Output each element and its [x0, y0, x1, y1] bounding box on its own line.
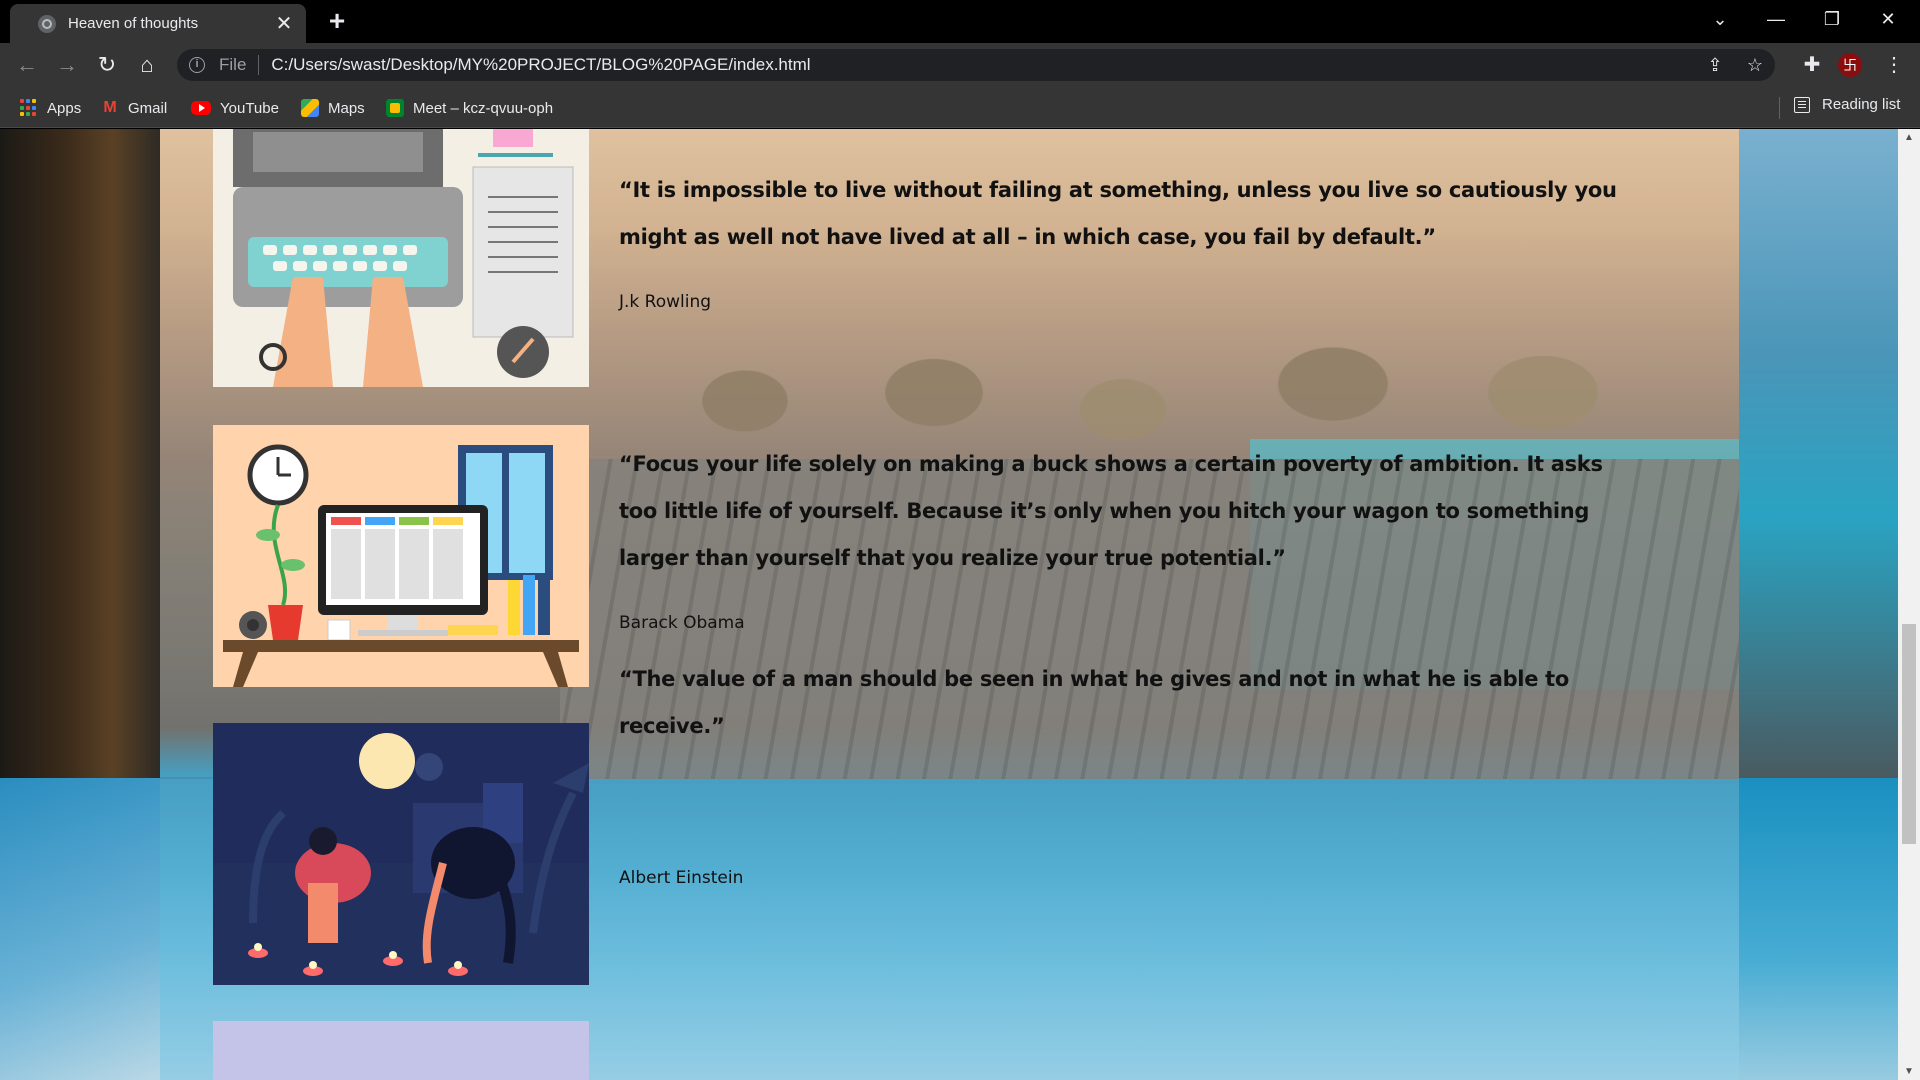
tab-heaven-of-thoughts[interactable]: Heaven of thoughts ✕	[10, 4, 306, 43]
page-viewport: “It is impossible to live without failin…	[0, 129, 1898, 1080]
bookmark-label: Maps	[328, 99, 365, 117]
post-illustration-partial	[213, 1021, 589, 1080]
globe-icon	[38, 14, 56, 33]
url-text[interactable]: C:/Users/swast/Desktop/MY%20PROJECT/BLOG…	[271, 55, 810, 75]
quote-text: “The value of a man should be seen in wh…	[619, 667, 1570, 738]
close-window-button[interactable]: ✕	[1860, 0, 1916, 40]
diwali-night-illustration	[213, 723, 589, 985]
bookmark-gmail[interactable]: M Gmail	[101, 96, 167, 120]
close-tab-icon[interactable]: ✕	[274, 14, 294, 34]
quote-author: J.k Rowling	[619, 292, 712, 312]
share-icon[interactable]: ⇪	[1699, 49, 1731, 81]
profile-avatar[interactable]: 卐	[1838, 53, 1862, 77]
desk-workspace-illustration	[213, 425, 589, 687]
background-right	[1739, 129, 1898, 778]
background-right-lower	[1739, 778, 1898, 1080]
back-arrow-icon[interactable]: ←	[11, 49, 43, 81]
typewriter-illustration	[213, 129, 589, 387]
bookmark-meet[interactable]: Meet – kcz-qvuu-oph	[386, 96, 553, 120]
gmail-icon: M	[103, 99, 117, 116]
quote-author: Albert Einstein	[619, 868, 744, 888]
bookmark-youtube[interactable]: YouTube	[191, 96, 279, 120]
restore-button[interactable]: ❐	[1804, 0, 1860, 40]
reading-list-label: Reading list	[1822, 96, 1901, 113]
divider	[258, 55, 260, 75]
scroll-up-icon[interactable]: ▲	[1898, 129, 1920, 146]
reload-icon[interactable]: ↻	[91, 49, 123, 81]
quote-text: “It is impossible to live without failin…	[619, 178, 1617, 249]
browser-toolbar: ← → ↻ ⌂ i File C:/Users/swast/Desktop/MY…	[0, 43, 1920, 87]
scroll-down-icon[interactable]: ▼	[1898, 1063, 1920, 1080]
reading-list-icon	[1794, 96, 1810, 113]
background-left-lower	[0, 778, 160, 1080]
quote-author: Barack Obama	[619, 613, 745, 633]
bookmark-label: YouTube	[220, 99, 279, 117]
quote-text: “Focus your life solely on making a buck…	[619, 452, 1603, 570]
tab-strip: Heaven of thoughts ✕ + ⌄ — ❐ ✕	[0, 0, 1920, 43]
new-tab-button[interactable]: +	[322, 6, 352, 36]
bookmark-label: Apps	[47, 99, 82, 117]
bookmark-maps[interactable]: Maps	[301, 96, 365, 120]
bookmark-apps[interactable]: Apps	[20, 96, 81, 120]
apps-grid-icon	[20, 99, 38, 117]
bookmark-star-icon[interactable]: ☆	[1739, 49, 1771, 81]
site-info-icon[interactable]: i	[189, 57, 205, 73]
maps-icon	[301, 99, 319, 117]
bookmarks-bar: Apps M Gmail YouTube Maps Meet – kcz-qvu…	[0, 87, 1920, 128]
minimize-button[interactable]: —	[1748, 0, 1804, 40]
address-bar[interactable]: i File C:/Users/swast/Desktop/MY%20PROJE…	[177, 49, 1775, 81]
meet-icon	[386, 99, 404, 117]
page-scrollbar[interactable]: ▲ ▼	[1898, 129, 1920, 1080]
tab-title: Heaven of thoughts	[68, 15, 199, 32]
forward-arrow-icon[interactable]: →	[51, 49, 83, 81]
bookmark-label: Gmail	[128, 99, 168, 117]
tab-search-icon[interactable]: ⌄	[1692, 0, 1748, 40]
divider	[1779, 97, 1780, 119]
menu-kebab-icon[interactable]: ⋮	[1878, 49, 1910, 81]
home-icon[interactable]: ⌂	[131, 49, 163, 81]
scrollbar-thumb[interactable]	[1902, 624, 1916, 844]
background-left	[0, 129, 160, 778]
youtube-icon	[191, 101, 211, 115]
reading-list-button[interactable]: Reading list	[1794, 96, 1900, 113]
extensions-puzzle-icon[interactable]: ✚	[1796, 49, 1828, 81]
scheme-label: File	[219, 55, 247, 74]
bookmark-label: Meet – kcz-qvuu-oph	[413, 99, 554, 117]
